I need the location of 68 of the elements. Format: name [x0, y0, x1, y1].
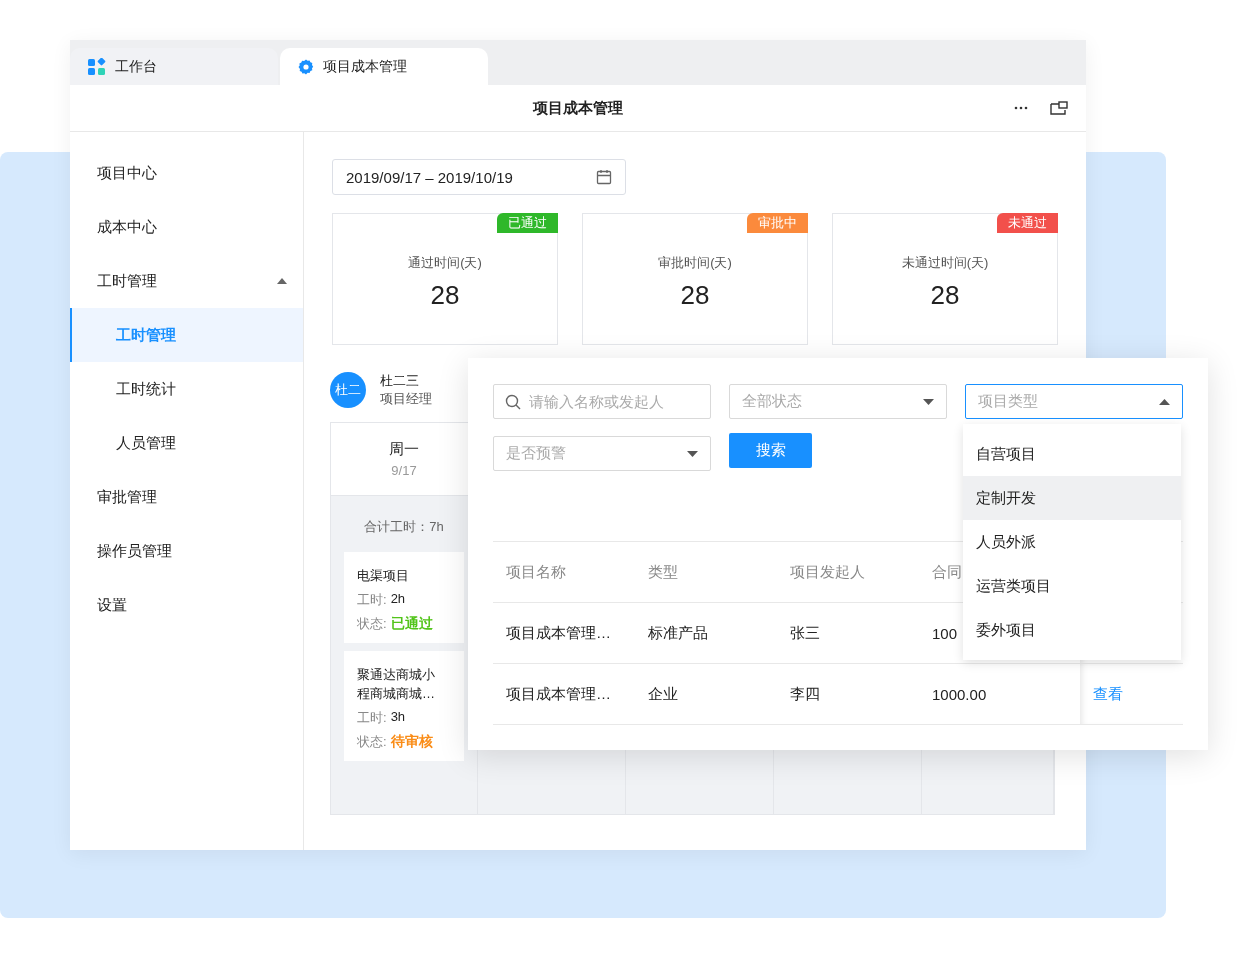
hours-value: 3h: [390, 709, 406, 726]
column-header: 合同: [932, 562, 962, 582]
table-cell: 李四: [790, 684, 820, 704]
stat-label: 未通过时间(天): [901, 254, 989, 272]
table-cell: 张三: [790, 623, 820, 643]
status-tag: 已通过: [497, 213, 558, 233]
tab[interactable]: 工作台: [70, 48, 278, 85]
entry-title: 电渠项目: [357, 567, 410, 585]
window-title: 项目成本管理: [533, 98, 623, 118]
entry-card[interactable]: 聚通达商城小程商城商城… 工时: 3h 状态: 待审核: [344, 651, 464, 761]
hours-value: 2h: [390, 591, 406, 608]
column-header: 类型: [648, 562, 678, 582]
status-tag: 未通过: [997, 213, 1058, 233]
day-label: 周一: [389, 440, 419, 459]
apps-icon: [88, 57, 106, 76]
date-range-field[interactable]: 2019/09/17 – 2019/10/19: [332, 159, 626, 195]
dropdown-option[interactable]: 委外项目: [963, 608, 1181, 652]
dropdown-option[interactable]: 自营项目: [963, 432, 1181, 476]
caret-icon: [923, 398, 934, 405]
caret-icon: [687, 450, 698, 457]
table-cell: 项目成本管理…: [506, 684, 611, 704]
dropdown-option[interactable]: 定制开发: [963, 476, 1181, 520]
sidebar-item[interactable]: 项目中心: [70, 146, 303, 200]
sidebar-item[interactable]: 人员管理: [70, 416, 303, 470]
stat-value: 28: [680, 280, 710, 311]
stat-label: 通过时间(天): [408, 254, 482, 272]
table-cell: 1000.00: [932, 685, 987, 703]
person-name: 杜二三: [380, 372, 420, 390]
stat-label: 审批时间(天): [658, 254, 732, 272]
caret-icon: [277, 278, 287, 284]
total-hours: 合计工时：7h: [364, 518, 444, 536]
sidebar-item[interactable]: 工时统计: [70, 362, 303, 416]
stat-value: 28: [930, 280, 960, 311]
dropdown-option[interactable]: 运营类项目: [963, 564, 1181, 608]
person-role: 项目经理: [380, 390, 432, 408]
sidebar-item[interactable]: 设置: [70, 578, 303, 632]
column-header: 项目发起人: [790, 562, 865, 582]
table-cell: 企业: [648, 684, 678, 704]
sidebar-item[interactable]: 成本中心: [70, 200, 303, 254]
sidebar-item[interactable]: 工时管理: [70, 254, 303, 308]
date-label: 9/17: [391, 463, 417, 478]
hours-label: 工时:: [357, 709, 387, 727]
column-header: 项目名称: [506, 562, 566, 582]
table-cell: 100: [932, 624, 958, 642]
status-label: 状态:: [357, 733, 387, 751]
caret-icon: [1159, 398, 1170, 405]
tab[interactable]: 项目成本管理: [280, 48, 488, 85]
calendar-icon: [596, 169, 612, 185]
entry-title: 聚通达商城小程商城商城…: [357, 666, 436, 703]
status-tag: 审批中: [747, 213, 808, 233]
more-icon[interactable]: [1014, 106, 1028, 110]
dropdown-option[interactable]: 人员外派: [963, 520, 1181, 564]
table-cell: 项目成本管理…: [506, 623, 611, 643]
entry-card[interactable]: 电渠项目 工时: 2h 状态: 已通过: [344, 552, 464, 643]
stat-value: 28: [430, 280, 460, 311]
avatar: 杜二: [330, 372, 366, 408]
status-value: 已通过: [390, 615, 433, 633]
date-range-value: 2019/09/17 – 2019/10/19: [346, 168, 513, 186]
sidebar-item[interactable]: 操作员管理: [70, 524, 303, 578]
status-value: 待审核: [390, 733, 433, 751]
search-field[interactable]: 请输入名称或发起人: [493, 384, 711, 419]
table-cell: 标准产品: [648, 623, 708, 643]
search-icon: [505, 394, 521, 410]
sidebar-item[interactable]: 审批管理: [70, 470, 303, 524]
status-label: 状态:: [357, 615, 387, 633]
hours-label: 工时:: [357, 591, 387, 609]
settings-icon: [298, 58, 314, 75]
window-icon[interactable]: [1050, 101, 1068, 115]
